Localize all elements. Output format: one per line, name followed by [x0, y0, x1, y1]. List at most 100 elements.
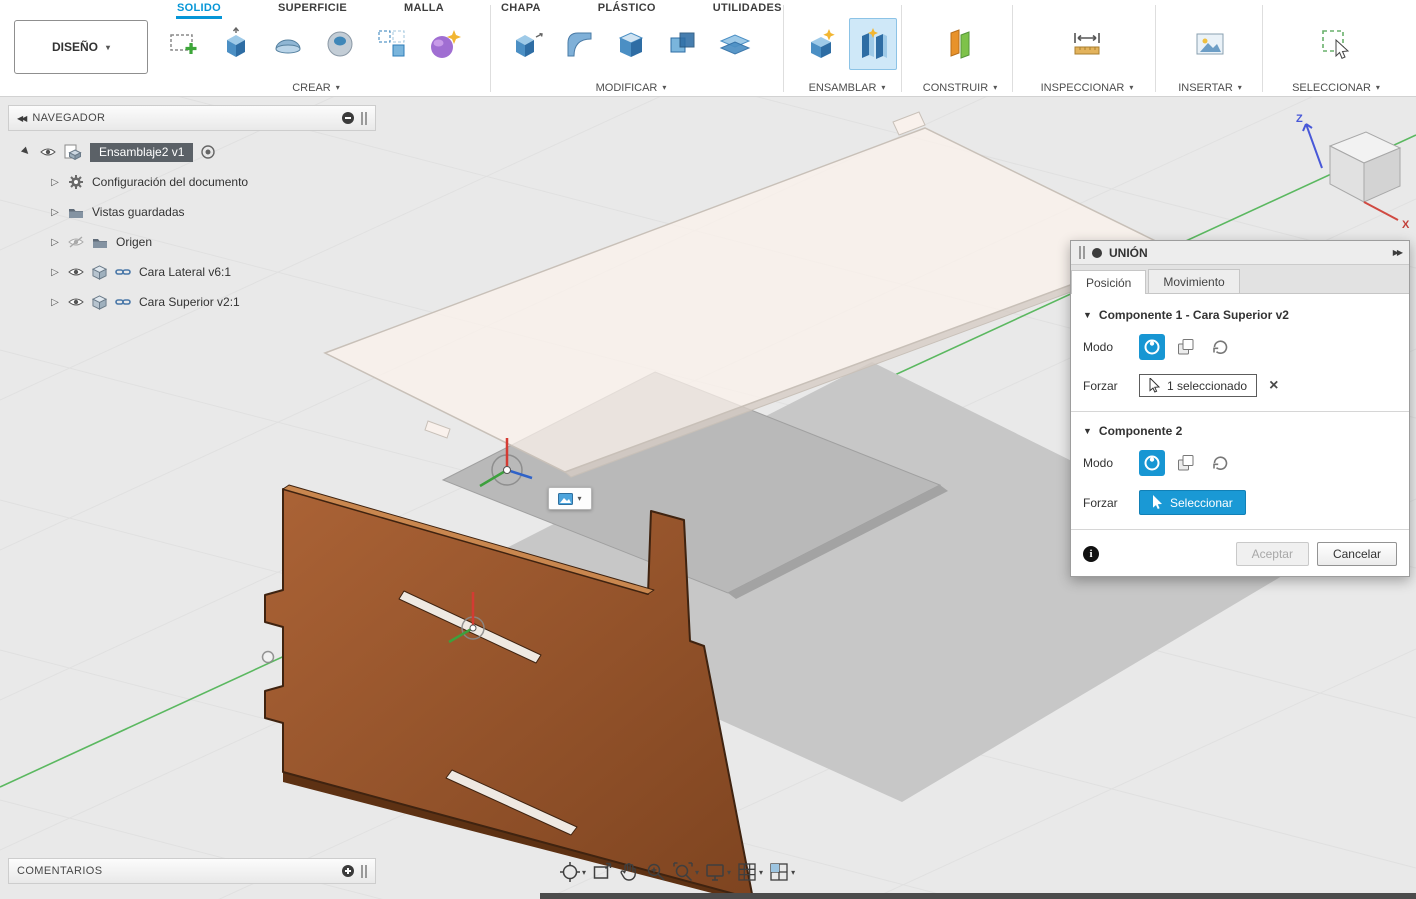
expand-arrow-icon[interactable]: ▶ — [20, 145, 35, 160]
tab-chapa[interactable]: CHAPA — [500, 0, 542, 19]
orbit-button[interactable]: ▾ — [558, 859, 587, 885]
expand-arrow-icon[interactable]: ▷ — [50, 237, 60, 248]
fillet-button[interactable] — [555, 18, 603, 70]
viewcube-z-label: Z — [1296, 113, 1303, 125]
panel-drag-grip[interactable] — [361, 111, 367, 125]
press-pull-button[interactable] — [503, 18, 551, 70]
tab-solido[interactable]: SOLIDO — [176, 0, 222, 19]
grid-icon — [738, 863, 756, 881]
eye-icon[interactable] — [68, 296, 84, 308]
dialog-divider — [1071, 529, 1409, 530]
extrude-button[interactable] — [212, 18, 260, 70]
component1-section-header[interactable]: ▼ Componente 1 - Cara Superior v2 — [1083, 308, 1397, 322]
shell-button[interactable] — [607, 18, 655, 70]
joint-button[interactable] — [849, 18, 897, 70]
construct-plane-button[interactable] — [936, 18, 984, 70]
select-button[interactable] — [1312, 18, 1360, 70]
pan-button[interactable] — [617, 859, 641, 885]
component1-selection-box[interactable]: 1 seleccionado — [1139, 374, 1258, 397]
expand-dialog-icon[interactable]: ▶▶ — [1393, 248, 1403, 257]
viewports-button[interactable]: ▾ — [767, 859, 796, 885]
insert-image-button[interactable] — [1186, 18, 1234, 70]
pattern-button[interactable] — [368, 18, 416, 70]
dropdown-arrow-icon: ▾ — [993, 83, 998, 92]
panel-minimize-icon[interactable] — [342, 112, 354, 124]
joint-mode-icon — [1144, 455, 1160, 471]
construct-group-label[interactable]: CONSTRUIR ▾ — [905, 80, 1015, 95]
mode-simple-button[interactable] — [1139, 334, 1165, 360]
tree-row-cara-lateral[interactable]: ▷ Cara Lateral v6:1 — [8, 257, 376, 287]
viewcube[interactable]: Z X — [1278, 106, 1416, 240]
mode-between-faces-button[interactable] — [1173, 450, 1199, 476]
cancel-button[interactable]: Cancelar — [1316, 542, 1397, 566]
form-button[interactable] — [420, 18, 468, 70]
expand-arrow-icon[interactable]: ▷ — [50, 207, 60, 218]
inspect-group — [1063, 18, 1111, 70]
component2-section-header[interactable]: ▼ Componente 2 — [1083, 424, 1397, 438]
insert-group — [1186, 18, 1234, 70]
tab-malla[interactable]: MALLA — [403, 0, 445, 19]
look-at-button[interactable] — [590, 859, 614, 885]
combine-button[interactable] — [659, 18, 707, 70]
hole-button[interactable] — [316, 18, 364, 70]
dropdown-arrow-icon: ▾ — [1237, 83, 1242, 92]
root-component-label[interactable]: Ensamblaje2 v1 — [90, 142, 194, 162]
tree-row-cara-superior[interactable]: ▷ Cara Superior v2:1 — [8, 287, 376, 317]
mode-motion-button[interactable] — [1207, 334, 1233, 360]
expand-arrow-icon[interactable]: ▷ — [50, 267, 60, 278]
joint-mode-icon — [1144, 339, 1160, 355]
select-group-label[interactable]: SELECCIONAR ▾ — [1276, 80, 1396, 95]
tab-utilidades[interactable]: UTILIDADES — [712, 0, 783, 19]
add-comment-icon[interactable] — [342, 865, 354, 877]
tab-movimiento[interactable]: Movimiento — [1148, 269, 1240, 293]
revolve-button[interactable] — [264, 18, 312, 70]
expand-arrow-icon[interactable]: ▷ — [50, 177, 60, 188]
create-group-label[interactable]: CREAR ▾ — [160, 80, 472, 95]
design-menu-button[interactable]: DISEÑO ▾ — [14, 20, 148, 74]
create-sketch-button[interactable] — [160, 18, 208, 70]
mode-between-faces-button[interactable] — [1173, 334, 1199, 360]
activate-component-radio[interactable] — [201, 145, 216, 159]
collapse-panel-icon[interactable]: ◀◀ — [17, 114, 27, 123]
offset-face-button[interactable] — [711, 18, 759, 70]
measure-button[interactable] — [1063, 18, 1111, 70]
shell-icon — [618, 32, 644, 57]
dialog-drag-grip[interactable] — [1079, 246, 1085, 259]
panel-drag-grip[interactable] — [361, 864, 367, 878]
tree-row-root[interactable]: ▶ Ensamblaje2 v1 — [8, 137, 376, 167]
dropdown-arrow-icon: ▾ — [695, 867, 700, 877]
tree-row-named-views[interactable]: ▷ Vistas guardadas — [8, 197, 376, 227]
mode-simple-button[interactable] — [1139, 450, 1165, 476]
tab-superficie[interactable]: SUPERFICIE — [277, 0, 348, 19]
expand-arrow-icon[interactable]: ▷ — [50, 297, 60, 308]
clear-selection-icon[interactable]: × — [1269, 377, 1278, 395]
align-preview-icon — [558, 492, 574, 505]
inspect-group-label[interactable]: INSPECCIONAR ▾ — [1025, 80, 1149, 95]
eye-off-icon[interactable] — [68, 236, 84, 248]
eye-icon[interactable] — [40, 146, 56, 158]
mode-motion-button[interactable] — [1207, 450, 1233, 476]
fit-button[interactable]: ▾ — [671, 859, 700, 885]
toolbar-separator — [1012, 5, 1013, 92]
grid-settings-button[interactable]: ▾ — [735, 859, 764, 885]
new-component-button[interactable] — [797, 18, 845, 70]
assemble-group-label[interactable]: ENSAMBLAR ▾ — [795, 80, 899, 95]
tree-row-origin[interactable]: ▷ Origen — [8, 227, 376, 257]
folder-icon — [93, 238, 107, 248]
accept-button[interactable]: Aceptar — [1235, 542, 1309, 566]
info-icon[interactable]: i — [1083, 546, 1099, 562]
tree-row-document-settings[interactable]: ▷ Configuración del documento — [8, 167, 376, 197]
component2-select-button[interactable]: Seleccionar — [1139, 490, 1246, 515]
main-toolbar: DISEÑO ▾ SOLIDO SUPERFICIE MALLA CHAPA P… — [0, 0, 1416, 97]
joint-dialog-header[interactable]: UNIÓN ▶▶ — [1071, 241, 1409, 265]
insert-group-label[interactable]: INSERTAR ▾ — [1160, 80, 1260, 95]
tab-plastico[interactable]: PLÁSTICO — [597, 0, 657, 19]
tab-posicion[interactable]: Posición — [1071, 270, 1147, 294]
zoom-button[interactable] — [644, 859, 668, 885]
gizmo-options-button[interactable]: ▾ — [548, 487, 592, 510]
display-settings-button[interactable]: ▾ — [703, 859, 732, 885]
bottom-edge-strip — [540, 893, 1416, 899]
eye-icon[interactable] — [68, 266, 84, 278]
comments-header[interactable]: COMENTARIOS — [8, 858, 376, 884]
modify-group-label[interactable]: MODIFICAR ▾ — [503, 80, 759, 95]
